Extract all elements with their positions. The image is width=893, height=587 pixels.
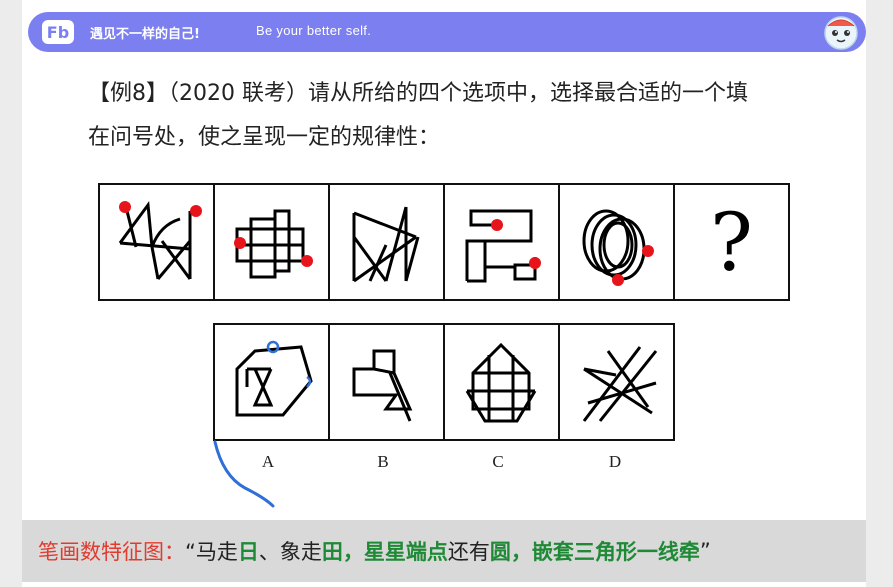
mascot-icon (820, 10, 862, 52)
option-b-figure[interactable] (330, 325, 445, 439)
footer-ri: 日 (237, 540, 259, 564)
svg-text:Fb: Fb (47, 23, 69, 42)
option-label-b: B (377, 452, 389, 471)
footer-summary: 笔画数特征图： “马走 日 、象走 田 ， 星星端点 还有 圆 ，嵌套三角形一线… (22, 520, 866, 582)
endpoint-dot (529, 257, 541, 269)
footer-comma1: ， (342, 540, 364, 564)
endpoint-dot (301, 255, 313, 267)
endpoint-dot (190, 205, 202, 217)
footer-title: 笔画数特征图： (38, 540, 185, 564)
question-mark: ? (710, 195, 753, 289)
footer-quote-open: “马走 (185, 540, 238, 564)
header-banner: Fb 遇见不一样的自己! Be your better self. (28, 12, 866, 52)
figure-4 (445, 185, 560, 299)
endpoint-dot (491, 219, 503, 231)
footer-tail: ，嵌套三角形一线牵 (510, 540, 700, 564)
figure-1 (100, 185, 215, 299)
option-label-c: C (492, 452, 504, 471)
slogan-english: Be your better self. (256, 23, 372, 38)
option-a-figure[interactable] (215, 325, 330, 439)
endpoint-dot (612, 274, 624, 286)
option-label-d: D (608, 452, 622, 471)
question-text: 【例8】（2020 联考）请从所给的四个选项中，选择最合适的一个填 在问号处，使… (88, 72, 818, 160)
figure-3 (330, 185, 445, 299)
question-mark-cell: ? (675, 185, 788, 299)
fb-logo: Fb (42, 20, 74, 44)
footer-sep1: 、象走 (258, 540, 322, 564)
question-figures-row: ? (98, 183, 790, 301)
endpoint-dot (119, 201, 131, 213)
question-line-2: 在问号处，使之呈现一定的规律性： (88, 125, 441, 150)
footer-mid: 还有 (447, 540, 490, 564)
options-row (213, 323, 675, 441)
figure-5 (560, 185, 675, 299)
footer-star: 星星端点 (363, 540, 448, 564)
footer-tian: 田 (321, 540, 343, 564)
footer-quote-close: ” (699, 539, 711, 563)
endpoint-dot (642, 245, 654, 257)
option-d-figure[interactable] (560, 325, 673, 439)
endpoint-dot (234, 237, 246, 249)
slogan-chinese: 遇见不一样的自己! (90, 27, 200, 42)
figure-2 (215, 185, 330, 299)
option-c-figure[interactable] (445, 325, 560, 439)
question-line-1: 【例8】（2020 联考）请从所给的四个选项中，选择最合适的一个填 (88, 81, 748, 106)
footer-circle: 圆 (489, 540, 511, 564)
pen-annotation-stroke (213, 440, 275, 508)
